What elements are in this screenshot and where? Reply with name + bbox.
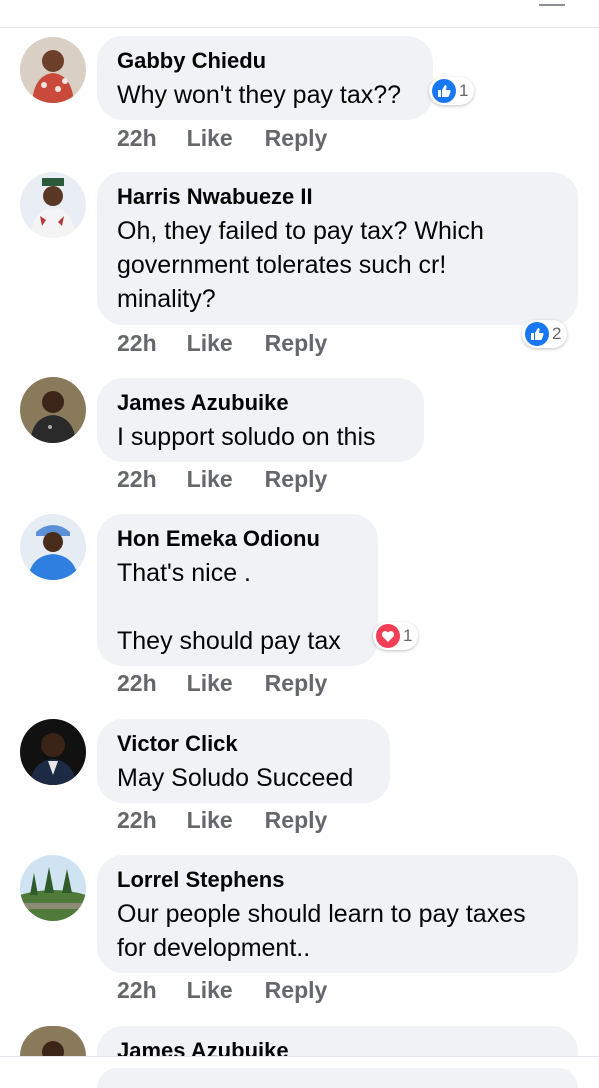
reaction-count: 1 — [403, 626, 413, 645]
reaction-count: 2 — [552, 324, 562, 343]
avatar[interactable] — [20, 377, 86, 443]
like-button[interactable]: Like — [187, 125, 233, 152]
comment-text: Oh, they failed to pay tax? Which govern… — [117, 217, 484, 313]
comment-author[interactable]: Harris Nwabueze II — [117, 184, 557, 210]
reaction-badge[interactable]: 1 — [373, 622, 419, 650]
avatar[interactable] — [20, 1026, 86, 1056]
like-button[interactable]: Like — [187, 466, 233, 493]
timestamp[interactable]: 22h — [117, 977, 157, 1004]
reply-button[interactable]: Reply — [265, 977, 328, 1004]
comment-text: That's nice . They should pay tax — [117, 559, 341, 655]
reply-button[interactable]: Reply — [265, 125, 328, 152]
reaction-count: 1 — [459, 81, 469, 100]
next-bubble-fragment — [97, 1068, 578, 1088]
header-icon-fragment — [539, 0, 565, 6]
comment-author[interactable]: Hon Emeka Odionu — [117, 526, 357, 552]
thumbs-up-icon — [525, 322, 549, 346]
top-divider — [0, 0, 599, 28]
like-button[interactable]: Like — [187, 330, 233, 357]
comment-actions: 22h Like Reply — [117, 330, 327, 357]
comment-bubble: Harris Nwabueze II Oh, they failed to pa… — [97, 172, 578, 325]
like-button[interactable]: Like — [187, 807, 233, 834]
reply-button[interactable]: Reply — [265, 466, 328, 493]
timestamp[interactable]: 22h — [117, 670, 157, 697]
comment-author[interactable]: Gabby Chiedu — [117, 48, 412, 74]
comment-text: I support soludo on this — [117, 423, 376, 451]
comment-bubble: Hon Emeka Odionu That's nice . They shou… — [97, 514, 378, 666]
comment-actions: 22h Like Reply — [117, 807, 327, 834]
comment-author[interactable]: Victor Click — [117, 731, 369, 757]
comment-author[interactable]: James Azubuike — [117, 390, 403, 416]
comment-bubble: James Azubuike — [97, 1026, 578, 1056]
timestamp[interactable]: 22h — [117, 125, 157, 152]
comment-bubble: Victor Click May Soludo Succeed — [97, 719, 390, 803]
comment-actions: 22h Like Reply — [117, 466, 327, 493]
reaction-badge[interactable]: 1 — [429, 77, 475, 105]
timestamp[interactable]: 22h — [117, 807, 157, 834]
like-button[interactable]: Like — [187, 977, 233, 1004]
reply-button[interactable]: Reply — [265, 330, 328, 357]
timestamp[interactable]: 22h — [117, 330, 157, 357]
comment-actions: 22h Like Reply — [117, 125, 327, 152]
comment-bubble: Gabby Chiedu Why won't they pay tax?? — [97, 36, 433, 120]
comment-bubble: Lorrel Stephens Our people should learn … — [97, 855, 578, 973]
avatar[interactable] — [20, 37, 86, 103]
comment-bubble: James Azubuike I support soludo on this — [97, 378, 424, 462]
comment-actions: 22h Like Reply — [117, 670, 327, 697]
avatar[interactable] — [20, 172, 86, 238]
reply-button[interactable]: Reply — [265, 670, 328, 697]
heart-icon — [376, 624, 400, 648]
comment-text: Why won't they pay tax?? — [117, 81, 402, 109]
comment-author[interactable]: James Azubuike — [117, 1038, 557, 1056]
comment-text: Our people should learn to pay taxes for… — [117, 900, 526, 962]
comment-author[interactable]: Lorrel Stephens — [117, 867, 557, 893]
reply-button[interactable]: Reply — [265, 807, 328, 834]
comment-text: May Soludo Succeed — [117, 764, 354, 792]
comment-actions: 22h Like Reply — [117, 977, 327, 1004]
bottom-divider — [0, 1056, 599, 1057]
like-button[interactable]: Like — [187, 670, 233, 697]
avatar[interactable] — [20, 514, 86, 580]
timestamp[interactable]: 22h — [117, 466, 157, 493]
avatar[interactable] — [20, 719, 86, 785]
avatar[interactable] — [20, 855, 86, 921]
reaction-badge[interactable]: 2 — [522, 320, 568, 348]
thumbs-up-icon — [432, 79, 456, 103]
